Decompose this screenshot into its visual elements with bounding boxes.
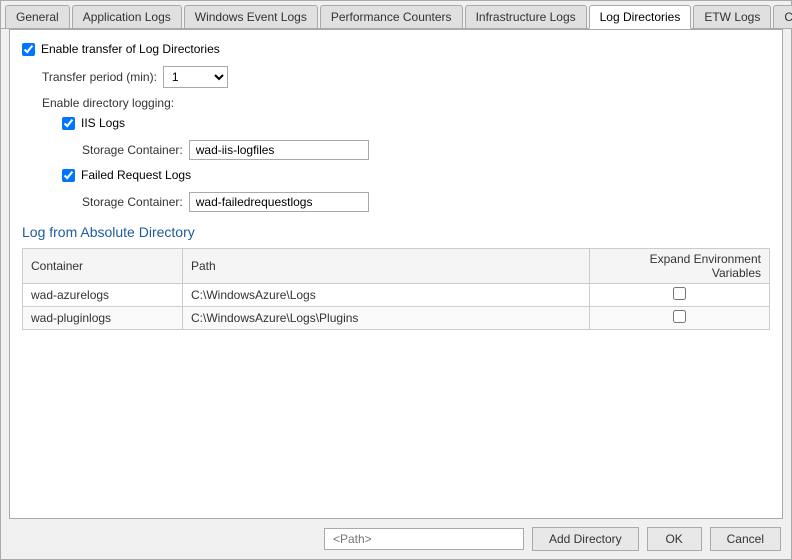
transfer-period-row: Transfer period (min): 1 5 10 15 30 60 — [42, 66, 770, 88]
transfer-period-label: Transfer period (min): — [42, 70, 157, 84]
row1-path: C:\WindowsAzure\Logs — [183, 284, 590, 307]
content-wrapper: Enable transfer of Log Directories Trans… — [1, 29, 791, 519]
table-row: wad-azurelogs C:\WindowsAzure\Logs — [23, 284, 770, 307]
row1-expand-cell — [590, 284, 770, 307]
row2-path: C:\WindowsAzure\Logs\Plugins — [183, 307, 590, 330]
tab-crash-dumps[interactable]: Crash Dumps — [773, 5, 792, 28]
tab-bar: General Application Logs Windows Event L… — [1, 1, 791, 29]
col-expand: Expand Environment Variables — [590, 249, 770, 284]
ok-button[interactable]: OK — [647, 527, 702, 551]
row1-expand-checkbox[interactable] — [673, 287, 686, 300]
failed-storage-input[interactable] — [189, 192, 369, 212]
cancel-button[interactable]: Cancel — [710, 527, 781, 551]
col-path: Path — [183, 249, 590, 284]
add-directory-button[interactable]: Add Directory — [532, 527, 639, 551]
main-window: General Application Logs Windows Event L… — [0, 0, 792, 560]
enable-transfer-row: Enable transfer of Log Directories — [22, 42, 770, 56]
tab-infra-logs[interactable]: Infrastructure Logs — [465, 5, 587, 28]
tab-log-dirs[interactable]: Log Directories — [589, 5, 692, 29]
failed-storage-row: Storage Container: — [82, 192, 770, 212]
iis-storage-label: Storage Container: — [82, 143, 183, 157]
failed-request-row: Failed Request Logs — [62, 168, 770, 182]
iis-logs-row: IIS Logs — [62, 116, 770, 130]
iis-logs-checkbox[interactable] — [62, 117, 75, 130]
abs-dir-title: Log from Absolute Directory — [22, 224, 770, 240]
bottom-bar: Add Directory OK Cancel — [1, 519, 791, 559]
row1-container: wad-azurelogs — [23, 284, 183, 307]
tab-win-event[interactable]: Windows Event Logs — [184, 5, 318, 28]
iis-storage-row: Storage Container: — [82, 140, 770, 160]
transfer-period-select[interactable]: 1 5 10 15 30 60 — [163, 66, 228, 88]
failed-request-checkbox[interactable] — [62, 169, 75, 182]
failed-request-label: Failed Request Logs — [81, 168, 191, 182]
content-area: Enable transfer of Log Directories Trans… — [9, 29, 783, 519]
row2-expand-checkbox[interactable] — [673, 310, 686, 323]
tab-app-logs[interactable]: Application Logs — [72, 5, 182, 28]
col-container: Container — [23, 249, 183, 284]
iis-logs-label: IIS Logs — [81, 116, 125, 130]
path-input[interactable] — [324, 528, 524, 550]
tab-etw-logs[interactable]: ETW Logs — [693, 5, 771, 28]
enable-transfer-label: Enable transfer of Log Directories — [41, 42, 220, 56]
tab-general[interactable]: General — [5, 5, 70, 28]
directory-table: Container Path Expand Environment Variab… — [22, 248, 770, 330]
row2-expand-cell — [590, 307, 770, 330]
row2-container: wad-pluginlogs — [23, 307, 183, 330]
iis-storage-input[interactable] — [189, 140, 369, 160]
enable-dir-logging-label: Enable directory logging: — [42, 96, 770, 110]
table-row: wad-pluginlogs C:\WindowsAzure\Logs\Plug… — [23, 307, 770, 330]
failed-storage-label: Storage Container: — [82, 195, 183, 209]
enable-transfer-checkbox[interactable] — [22, 43, 35, 56]
tab-perf-counters[interactable]: Performance Counters — [320, 5, 463, 28]
